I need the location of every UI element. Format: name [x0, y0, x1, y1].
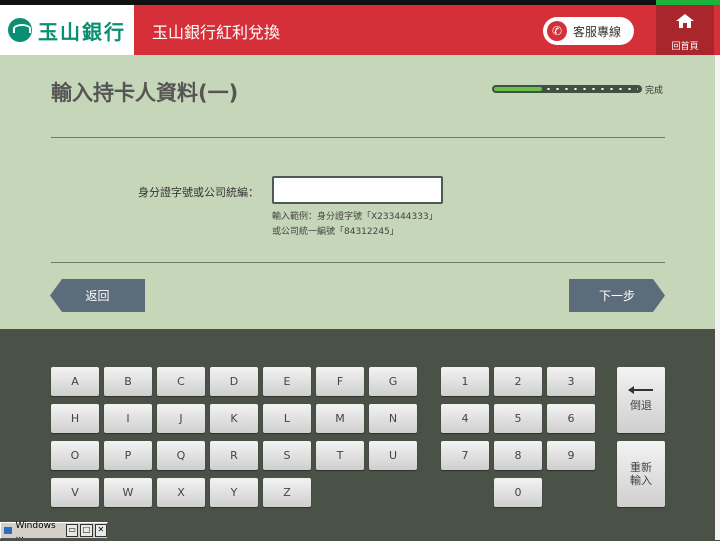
maximize-icon[interactable]: □ [80, 524, 93, 537]
key-r[interactable]: R [210, 441, 258, 470]
next-button[interactable]: 下一步 [569, 279, 665, 312]
key-1[interactable]: 1 [441, 367, 489, 396]
key-v[interactable]: V [51, 478, 99, 507]
app-title: 玉山銀行紅利兌換 [152, 23, 281, 42]
taskbar-item-label: Windows ... [15, 520, 56, 541]
key-3[interactable]: 3 [547, 367, 595, 396]
window-edge [715, 55, 720, 540]
key-0[interactable]: 0 [494, 478, 542, 507]
backspace-arrow-icon [628, 385, 653, 394]
progress-bar [492, 85, 642, 93]
progress-fill [494, 87, 542, 91]
key-4[interactable]: 4 [441, 404, 489, 433]
key-k[interactable]: K [210, 404, 258, 433]
key-z[interactable]: Z [263, 478, 311, 507]
home-icon [676, 14, 694, 28]
key-u[interactable]: U [369, 441, 417, 470]
restore-icon[interactable]: ▭ [65, 524, 79, 537]
progress-label: 完成 [645, 86, 664, 96]
key-n[interactable]: N [369, 404, 417, 433]
divider [51, 262, 665, 263]
key-j[interactable]: J [157, 404, 205, 433]
back-button[interactable]: 返回 [50, 279, 145, 312]
home-button[interactable]: 回首頁 [656, 5, 714, 55]
bank-logo: 玉山銀行 [0, 5, 134, 55]
home-label: 回首頁 [671, 42, 699, 52]
reset-label-line1: 重新 [630, 461, 652, 474]
key-9[interactable]: 9 [547, 441, 595, 470]
key-f[interactable]: F [316, 367, 364, 396]
key-7[interactable]: 7 [441, 441, 489, 470]
id-number-input[interactable] [272, 176, 443, 204]
input-hint-line1: 輸入範例：身分證字號「X233444333」 [272, 212, 438, 222]
customer-service-button[interactable]: ✆ 客服專線 [543, 17, 634, 45]
key-y[interactable]: Y [210, 478, 258, 507]
page-title: 輸入持卡人資料(一) [51, 81, 239, 105]
divider [51, 137, 665, 138]
key-h[interactable]: H [51, 404, 99, 433]
key-i[interactable]: I [104, 404, 152, 433]
key-p[interactable]: P [104, 441, 152, 470]
key-8[interactable]: 8 [494, 441, 542, 470]
progress-dots [544, 88, 638, 90]
key-b[interactable]: B [104, 367, 152, 396]
phone-icon: ✆ [547, 21, 567, 41]
logo-text: 玉山銀行 [38, 19, 126, 44]
key-c[interactable]: C [157, 367, 205, 396]
key-x[interactable]: X [157, 478, 205, 507]
key-s[interactable]: S [263, 441, 311, 470]
window-icon [4, 527, 13, 534]
key-w[interactable]: W [104, 478, 152, 507]
key-6[interactable]: 6 [547, 404, 595, 433]
id-field-label: 身分證字號或公司統編： [138, 186, 259, 199]
logo-icon [8, 18, 32, 42]
header: 玉山銀行 玉山銀行紅利兌換 ✆ 客服專線 回首頁 [0, 5, 720, 55]
key-l[interactable]: L [263, 404, 311, 433]
reset-input-key[interactable]: 重新 輸入 [617, 441, 665, 507]
taskbar-window-item[interactable]: Windows ... ▭ □ ✕ [0, 520, 108, 541]
key-m[interactable]: M [316, 404, 364, 433]
key-o[interactable]: O [51, 441, 99, 470]
key-q[interactable]: Q [157, 441, 205, 470]
key-a[interactable]: A [51, 367, 99, 396]
backspace-key[interactable]: 倒退 [617, 367, 665, 433]
key-d[interactable]: D [210, 367, 258, 396]
input-hint-line2: 或公司統一編號「84312245」 [272, 227, 399, 237]
key-g[interactable]: G [369, 367, 417, 396]
form-panel: 輸入持卡人資料(一) 完成 身分證字號或公司統編： 輸入範例：身分證字號「X23… [0, 55, 715, 329]
customer-service-label: 客服專線 [573, 24, 622, 39]
key-e[interactable]: E [263, 367, 311, 396]
close-icon[interactable]: ✕ [94, 524, 107, 537]
backspace-label: 倒退 [630, 398, 652, 412]
key-t[interactable]: T [316, 441, 364, 470]
reset-label-line2: 輸入 [630, 474, 652, 487]
key-2[interactable]: 2 [494, 367, 542, 396]
key-5[interactable]: 5 [494, 404, 542, 433]
